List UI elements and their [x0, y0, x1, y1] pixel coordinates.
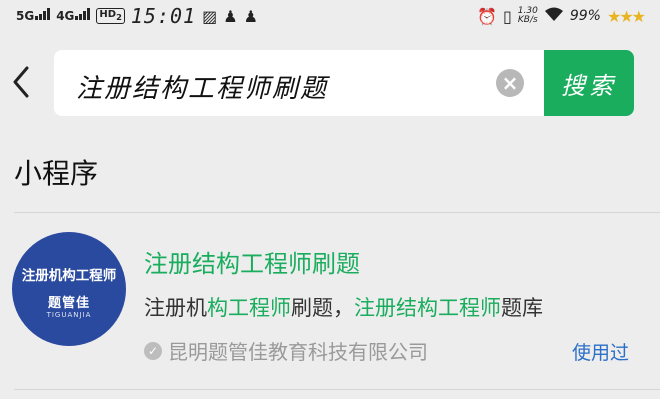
- status-left: 5G 4G HD2 15:01 ▨ ♟ ♟: [16, 4, 258, 28]
- mini-program-logo[interactable]: 注册机构工程师 题管佳 TIGUANJIA: [12, 232, 126, 346]
- signal-4g: 4G: [56, 8, 91, 24]
- wifi-icon: [544, 6, 564, 26]
- vibrate-icon: ▯: [502, 6, 512, 26]
- clock: 15:01: [130, 4, 197, 28]
- qq-icon: ♟: [223, 6, 238, 26]
- app-notification-icon: ▨: [202, 6, 218, 26]
- battery-level: 99%: [569, 8, 601, 24]
- network-speed: 1.30 KB/s: [517, 6, 538, 25]
- result-description: 注册机构工程师刷题，注册结构工程师题库: [144, 296, 543, 320]
- chevron-left-icon: [13, 66, 29, 98]
- used-label: 使用过: [572, 342, 630, 364]
- result-title[interactable]: 注册结构工程师刷题: [144, 244, 360, 279]
- alarm-icon: ⏰: [477, 6, 497, 26]
- search-query: 注册结构工程师刷题: [76, 74, 329, 104]
- back-button[interactable]: [6, 62, 36, 102]
- star-badge-icon: ★★★: [606, 6, 646, 26]
- signal-bars-icon: [35, 8, 51, 20]
- verified-icon: ✓: [144, 341, 162, 360]
- company-row: ✓ 昆明题管佳教育科技有限公司: [144, 336, 428, 365]
- signal-5g: 5G: [16, 8, 51, 24]
- clear-icon[interactable]: ×: [496, 69, 524, 97]
- company-name: 昆明题管佳教育科技有限公司: [168, 340, 428, 364]
- hd-voice-icon: HD2: [96, 8, 125, 24]
- section-title: 小程序: [14, 157, 99, 190]
- status-right: ⏰ ▯ 1.30 KB/s 99% ★★★: [477, 6, 646, 26]
- divider: [14, 212, 660, 213]
- signal-bars-icon: [75, 8, 91, 20]
- divider: [14, 389, 660, 390]
- status-bar: 5G 4G HD2 15:01 ▨ ♟ ♟ ⏰ ▯ 1.30 KB/s 99% ★…: [0, 0, 660, 32]
- search-button[interactable]: 搜索: [544, 50, 634, 116]
- search-input[interactable]: 注册结构工程师刷题 ×: [54, 50, 544, 116]
- qq-icon: ♟: [243, 6, 258, 26]
